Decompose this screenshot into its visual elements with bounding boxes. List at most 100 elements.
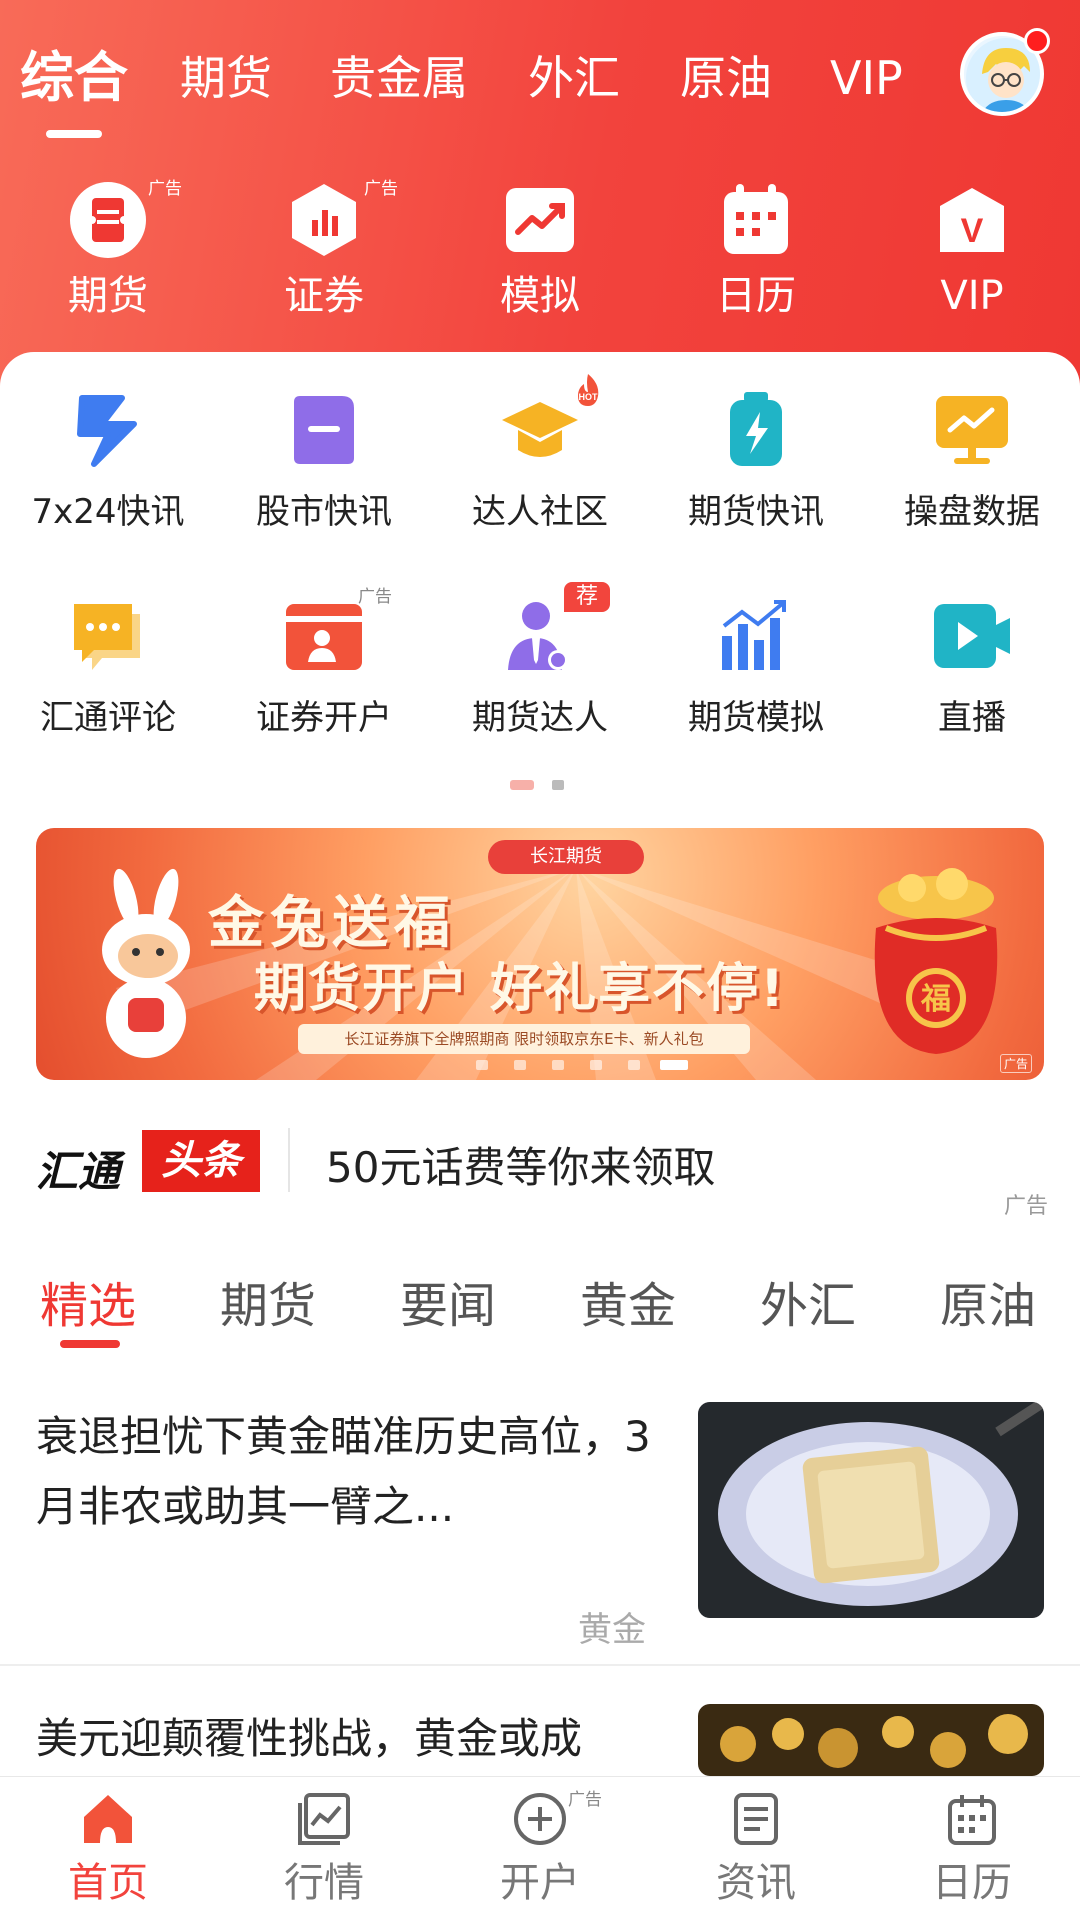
- grid-futures-news[interactable]: 期货快讯: [648, 390, 864, 580]
- quick-vip-label: VIP: [940, 273, 1004, 319]
- tab-vip[interactable]: VIP: [830, 48, 903, 108]
- banner-note: 长江证券旗下全牌照期商 限时领取京东E卡、新人礼包: [298, 1024, 750, 1054]
- grid-securities-account[interactable]: 广告 证券开户: [216, 587, 432, 786]
- top-tab-bar: 综合 期货 贵金属 外汇 原油 VIP: [0, 30, 1080, 140]
- news-divider: [0, 1664, 1080, 1666]
- nav-calendar-label: 日历: [932, 1860, 1012, 1906]
- nav-open-account[interactable]: 开户: [432, 1777, 648, 1920]
- notification-dot: [1024, 28, 1050, 54]
- banner-ad-tag: 广告: [1000, 1054, 1033, 1073]
- grid-label: 期货达人: [472, 698, 608, 738]
- gold-bar-image-icon: [698, 1402, 1044, 1618]
- calendar-icon: [724, 184, 788, 254]
- nav-news-label: 资讯: [716, 1860, 796, 1906]
- quick-securities-label: 证券: [284, 273, 364, 319]
- news-thumbnail: [698, 1704, 1044, 1776]
- headline-brand: 汇通: [36, 1147, 121, 1196]
- market-chart-icon: [298, 1793, 350, 1845]
- ad-tag: 广告: [358, 587, 392, 607]
- tab-top-news[interactable]: 要闻: [400, 1266, 496, 1336]
- graduation-cap-icon: [502, 402, 578, 457]
- quick-simulation-label: 模拟: [500, 273, 580, 319]
- headline-strip[interactable]: 汇通 头条 50元话费等你来领取 广告: [0, 1120, 1080, 1219]
- news-tag: 黄金: [578, 1610, 646, 1650]
- news-title: 美元迎颠覆性挑战，黄金或成: [36, 1714, 583, 1763]
- tab-comprehensive[interactable]: 综合: [20, 48, 128, 108]
- quick-simulation[interactable]: 模拟: [432, 170, 648, 340]
- lucky-bag-icon: 福: [874, 868, 998, 1054]
- grid-trading-data[interactable]: 操盘数据: [864, 390, 1080, 580]
- news-doc-icon: [734, 1793, 778, 1845]
- headline-text[interactable]: 50元话费等你来领取: [326, 1134, 715, 1195]
- bottom-navigation: 首页 行情 开户 广告 资讯 日历: [0, 1776, 1080, 1920]
- grid-label: 股市快讯: [256, 492, 392, 532]
- trend-up-icon: [506, 188, 574, 252]
- tab-precious-metals[interactable]: 贵金属: [330, 48, 468, 108]
- headline-tag: 头条: [142, 1130, 260, 1192]
- grid-label: 操盘数据: [904, 492, 1040, 532]
- banner-brand: 长江期货: [488, 840, 644, 874]
- flame-icon: HOT: [578, 374, 599, 406]
- video-play-icon: [934, 604, 1010, 668]
- tab-forex-news[interactable]: 外汇: [760, 1266, 856, 1336]
- calendar-icon: [948, 1795, 996, 1845]
- grid-stock-news[interactable]: 股市快讯: [216, 390, 432, 580]
- grid-7x24-news[interactable]: 7x24快讯: [0, 390, 216, 580]
- nav-calendar[interactable]: 日历: [864, 1777, 1080, 1920]
- tab-crude-oil[interactable]: 原油: [680, 48, 772, 108]
- pager-dot: [552, 780, 564, 790]
- grid-label: 达人社区: [472, 492, 608, 532]
- category-tab-indicator: [60, 1340, 120, 1348]
- tab-crude-news[interactable]: 原油: [940, 1266, 1036, 1336]
- grid-expert-community[interactable]: 达人社区: [432, 390, 648, 580]
- nav-home[interactable]: 首页: [0, 1777, 216, 1920]
- quick-futures-label: 期货: [68, 273, 148, 319]
- quick-vip[interactable]: V VIP: [864, 170, 1080, 340]
- ad-tag: 广告: [148, 179, 182, 199]
- nav-market-label: 行情: [284, 1860, 364, 1906]
- quick-securities[interactable]: 广告 证券: [216, 170, 432, 340]
- tab-futures-news[interactable]: 期货: [220, 1266, 316, 1336]
- lightning-icon: [77, 395, 137, 467]
- home-icon: [84, 1795, 132, 1843]
- nav-home-label: 首页: [68, 1860, 148, 1906]
- tab-featured[interactable]: 精选: [40, 1266, 136, 1336]
- ticket-icon: [70, 182, 146, 258]
- banner-seal-text: 福: [920, 982, 951, 1017]
- grid-futures-simulation[interactable]: 期货模拟: [648, 596, 864, 786]
- news-title: 衰退担忧下黄金瞄准历史高位，3月非农或助其一臂之...: [36, 1412, 651, 1531]
- grid-live[interactable]: 直播: [864, 596, 1080, 786]
- id-card-icon: [286, 604, 362, 670]
- bar-graph-icon: [722, 600, 786, 670]
- quick-futures[interactable]: 广告 期货: [0, 170, 216, 340]
- tab-forex[interactable]: 外汇: [528, 48, 620, 108]
- gold-coins-image-icon: [698, 1704, 1044, 1776]
- message-bubble-icon: [294, 396, 354, 464]
- ad-tag: 广告: [568, 1790, 602, 1810]
- promo-banner[interactable]: 长江期货 金兔送福 期货开户 好礼享不停! 福 长江证券旗下全牌照期商 限时领取…: [36, 828, 1044, 1080]
- tab-futures[interactable]: 期货: [180, 48, 272, 108]
- nav-market[interactable]: 行情: [216, 1777, 432, 1920]
- news-item[interactable]: 美元迎颠覆性挑战，黄金或成: [0, 1704, 1080, 1776]
- hot-badge-text: HOT: [579, 392, 599, 402]
- quick-actions: 广告 期货 广告 证券 模拟 日历 V VIP: [0, 170, 1080, 340]
- headline-divider: [288, 1128, 290, 1192]
- nav-open-account-label: 开户: [500, 1860, 580, 1906]
- active-tab-indicator: [46, 130, 102, 138]
- chat-bubble-icon: [74, 604, 140, 670]
- svg-text:V: V: [961, 212, 984, 250]
- quick-calendar-label: 日历: [716, 273, 796, 319]
- battery-bolt-icon: [730, 392, 782, 466]
- grid-label: 证券开户: [256, 698, 392, 738]
- monitor-chart-icon: [936, 396, 1008, 464]
- recommend-badge: 荐: [564, 582, 610, 612]
- grid-label: 期货快讯: [688, 492, 824, 532]
- grid-futures-expert[interactable]: 期货达人: [432, 596, 648, 786]
- grid-comments[interactable]: 汇通评论: [0, 596, 216, 786]
- news-item[interactable]: 衰退担忧下黄金瞄准历史高位，3月非农或助其一臂之... 黄金: [0, 1402, 1080, 1650]
- category-tabs: 精选 期货 要闻 黄金 外汇 原油: [0, 1260, 1080, 1350]
- nav-news[interactable]: 资讯: [648, 1777, 864, 1920]
- tab-gold[interactable]: 黄金: [580, 1266, 676, 1336]
- quick-calendar[interactable]: 日历: [648, 170, 864, 340]
- grid-label: 直播: [938, 698, 1006, 738]
